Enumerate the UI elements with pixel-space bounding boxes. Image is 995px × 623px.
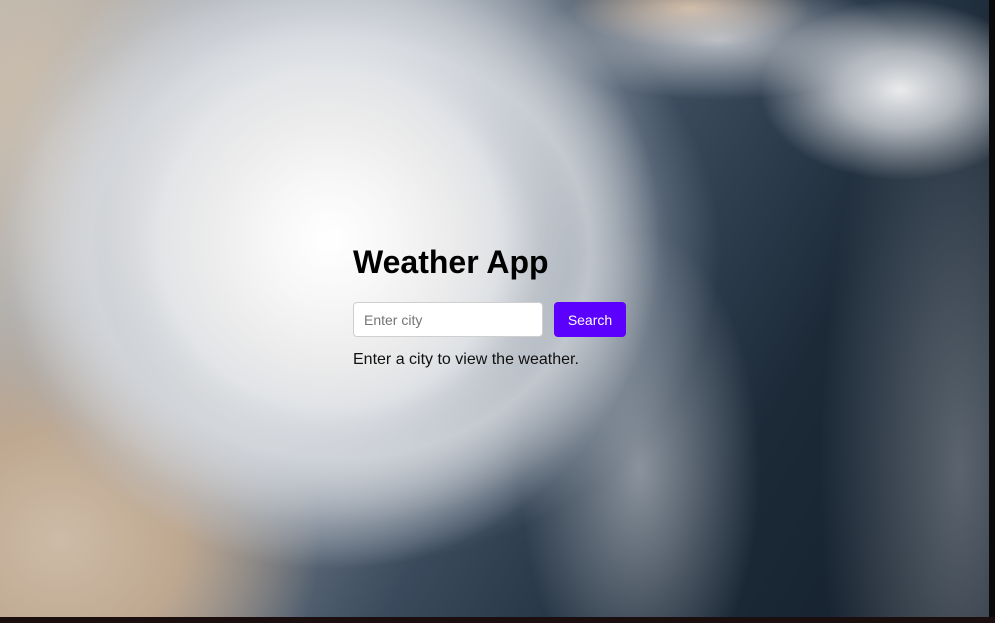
weather-app-panel: Weather App Search Enter a city to view … — [353, 240, 653, 369]
city-search-input[interactable] — [353, 302, 543, 337]
window-edge — [989, 0, 995, 617]
window-bottom-edge — [0, 617, 995, 623]
status-message: Enter a city to view the weather. — [353, 351, 579, 368]
search-row: Search — [353, 302, 653, 337]
page-title: Weather App — [353, 244, 549, 280]
search-button[interactable]: Search — [554, 302, 626, 337]
